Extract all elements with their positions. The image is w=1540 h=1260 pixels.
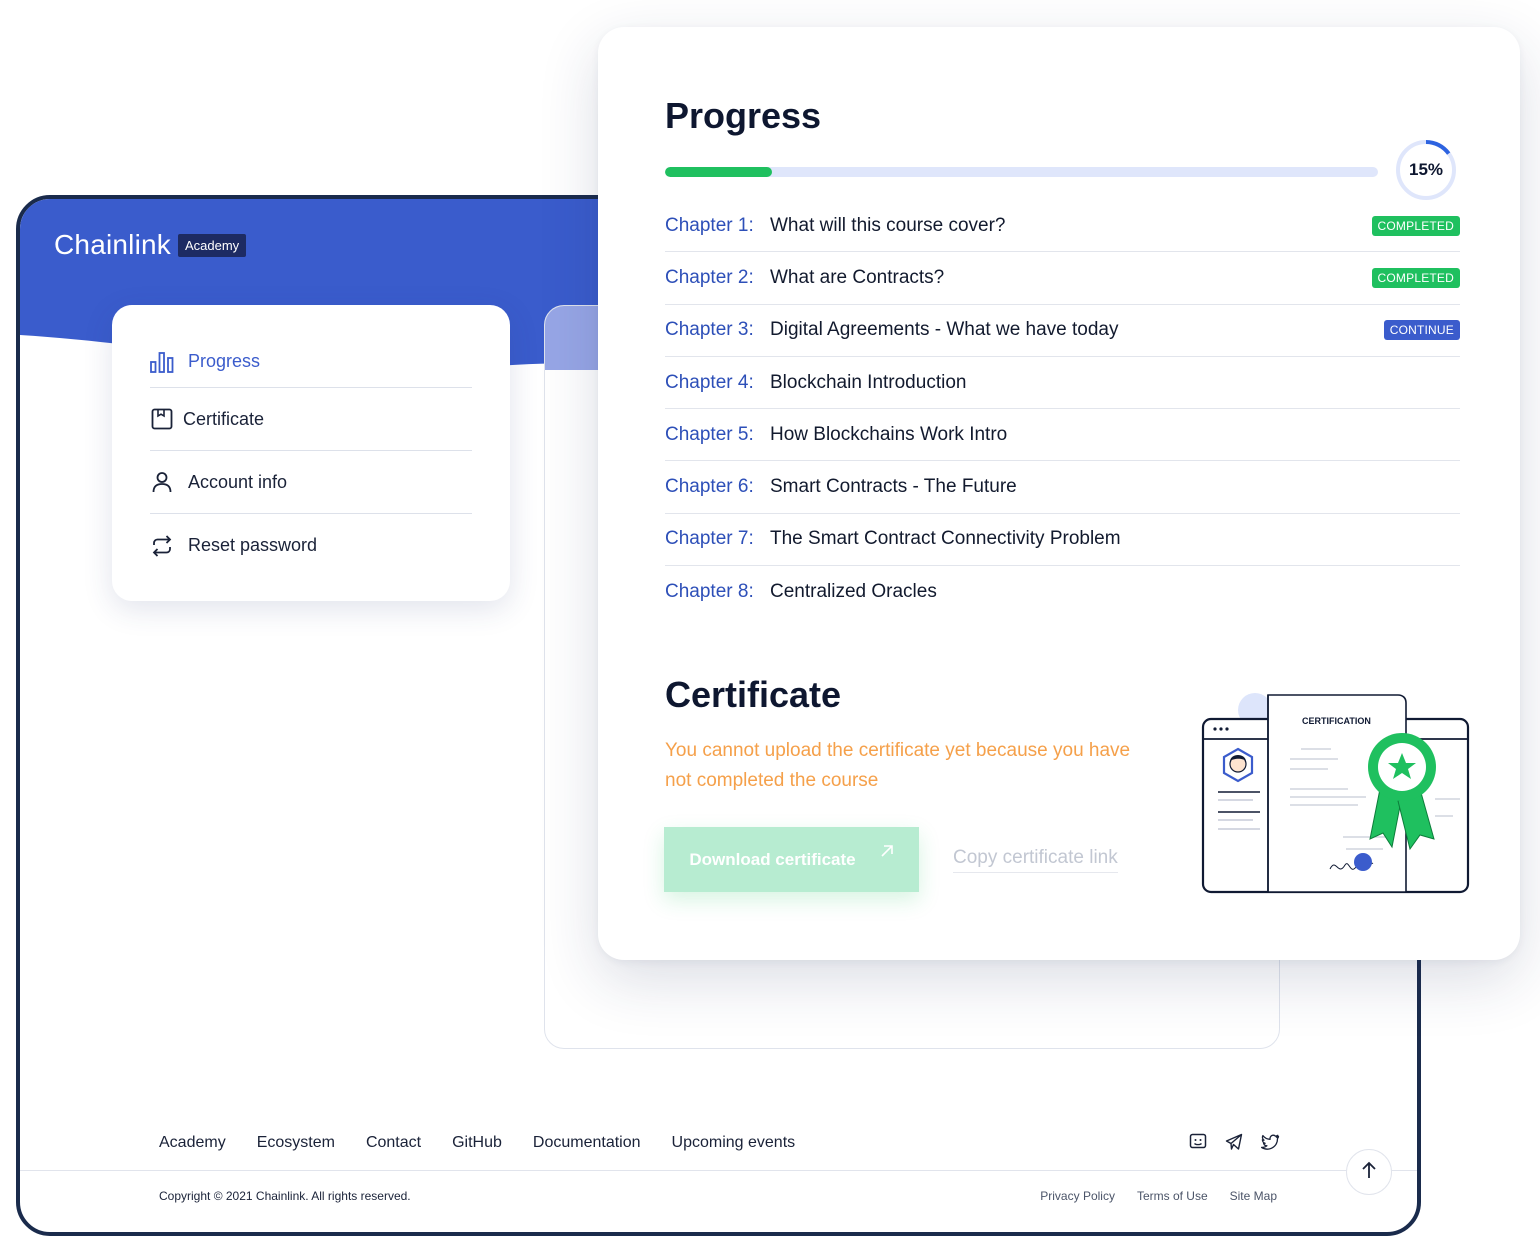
chapter-number: Chapter 6: [665,476,754,498]
chapter-number: Chapter 4: [665,371,754,393]
sidebar-item-label: Reset password [188,535,318,555]
chapter-title: Centralized Oracles [770,581,937,603]
sidebar-menu: Progress Certificate Account info Reset … [112,305,510,601]
chapter-title: The Smart Contract Connectivity Problem [770,528,1121,550]
footer-link-upcoming-events[interactable]: Upcoming events [672,1134,796,1152]
chapter-number: Chapter 7: [665,528,754,550]
certificate-icon [150,407,174,431]
chapter-row[interactable]: Chapter 2: What are Contracts? COMPLETED [665,252,1460,305]
chapter-title: How Blockchains Work Intro [770,423,1008,445]
completed-badge: COMPLETED [1371,215,1460,236]
arrow-up-icon [1361,1161,1377,1184]
scroll-to-top-button[interactable] [1346,1149,1392,1195]
chapter-row[interactable]: Chapter 4: Blockchain Introduction [665,357,1460,410]
chapter-title: Digital Agreements - What we have today [770,319,1119,341]
footer-divider [20,1170,1417,1171]
footer-nav: Academy Ecosystem Contact GitHub Documen… [159,1134,795,1152]
chapter-list: Chapter 1: What will this course cover? CO… [665,200,1460,618]
chapter-row[interactable]: Chapter 3: Digital Agreements - What we h… [665,305,1460,357]
chapter-row[interactable]: Chapter 8: Centralized Oracles [665,566,1460,618]
legal-link-privacy[interactable]: Privacy Policy [1040,1189,1115,1203]
chapter-row[interactable]: Chapter 1: What will this course cover? CO… [665,200,1460,253]
chapter-number: Chapter 1: [665,214,754,236]
footer-link-contact[interactable]: Contact [366,1134,421,1152]
chapter-number: Chapter 3: [665,319,754,341]
certification-label: CERTIFICATION [1302,716,1371,726]
chapter-row[interactable]: Chapter 7: The Smart Contract Connectivit… [665,514,1460,567]
progress-bar [665,167,1378,177]
refresh-icon [150,534,174,558]
sidebar-item-label: Progress [188,351,261,371]
progress-panel: Progress 15% Chapter 1: What will this co… [598,27,1520,960]
footer-social [1188,1132,1280,1152]
download-certificate-button[interactable]: Download certificate [664,827,919,892]
progress-percent: 15% [1408,160,1444,179]
chapter-title: What are Contracts? [770,266,945,288]
chapter-number: Chapter 8: [665,581,754,603]
chapter-number: Chapter 2: [665,266,754,288]
chapter-number: Chapter 5: [665,423,754,445]
brand-name: Chainlink [54,229,171,260]
sidebar-item-account-info[interactable]: Account info [150,451,472,514]
telegram-icon[interactable] [1224,1132,1244,1152]
external-link-icon [880,843,894,863]
progress-title: Progress [665,95,822,136]
copyright-text: Copyright © 2021 Chainlink. All rights r… [159,1189,411,1203]
sidebar-item-progress[interactable]: Progress [150,336,472,388]
user-icon [150,470,174,494]
download-label: Download certificate [689,849,856,869]
bar-chart-icon [150,350,174,374]
content-card-header [545,306,605,370]
chapter-row[interactable]: Chapter 6: Smart Contracts - The Future [665,461,1460,514]
progress-bar-fill [665,167,772,177]
certificate-warning: You cannot upload the certificate yet be… [665,740,1131,791]
progress-ring: 15% [1394,138,1458,202]
chapter-title: What will this course cover? [770,214,1006,236]
copy-certificate-link[interactable]: Copy certificate link [953,847,1118,873]
chapter-title: Blockchain Introduction [770,371,967,393]
footer-link-ecosystem[interactable]: Ecosystem [257,1134,335,1152]
footer-link-documentation[interactable]: Documentation [533,1134,641,1152]
continue-badge[interactable]: CONTINUE [1383,320,1460,341]
chapter-title: Smart Contracts - The Future [770,476,1017,498]
legal-links: Privacy Policy Terms of Use Site Map [1040,1189,1277,1203]
twitter-icon[interactable] [1260,1132,1280,1152]
certificate-illustration: CERTIFICATION [1201,693,1470,894]
sidebar-item-reset-password[interactable]: Reset password [150,514,472,577]
legal-link-sitemap[interactable]: Site Map [1230,1189,1277,1203]
discord-icon[interactable] [1188,1132,1208,1152]
completed-badge: COMPLETED [1371,267,1460,288]
footer-link-github[interactable]: GitHub [452,1134,502,1152]
legal-link-terms[interactable]: Terms of Use [1137,1189,1208,1203]
certificate-title: Certificate [665,674,842,715]
sidebar-item-label: Account info [188,471,288,492]
sidebar-item-certificate[interactable]: Certificate [150,388,472,451]
sidebar-item-label: Certificate [183,408,265,429]
chapter-row[interactable]: Chapter 5: How Blockchains Work Intro [665,409,1460,462]
footer-link-academy[interactable]: Academy [159,1134,226,1152]
brand-logo[interactable]: Chainlink Academy [54,229,247,261]
brand-badge: Academy [177,233,247,257]
